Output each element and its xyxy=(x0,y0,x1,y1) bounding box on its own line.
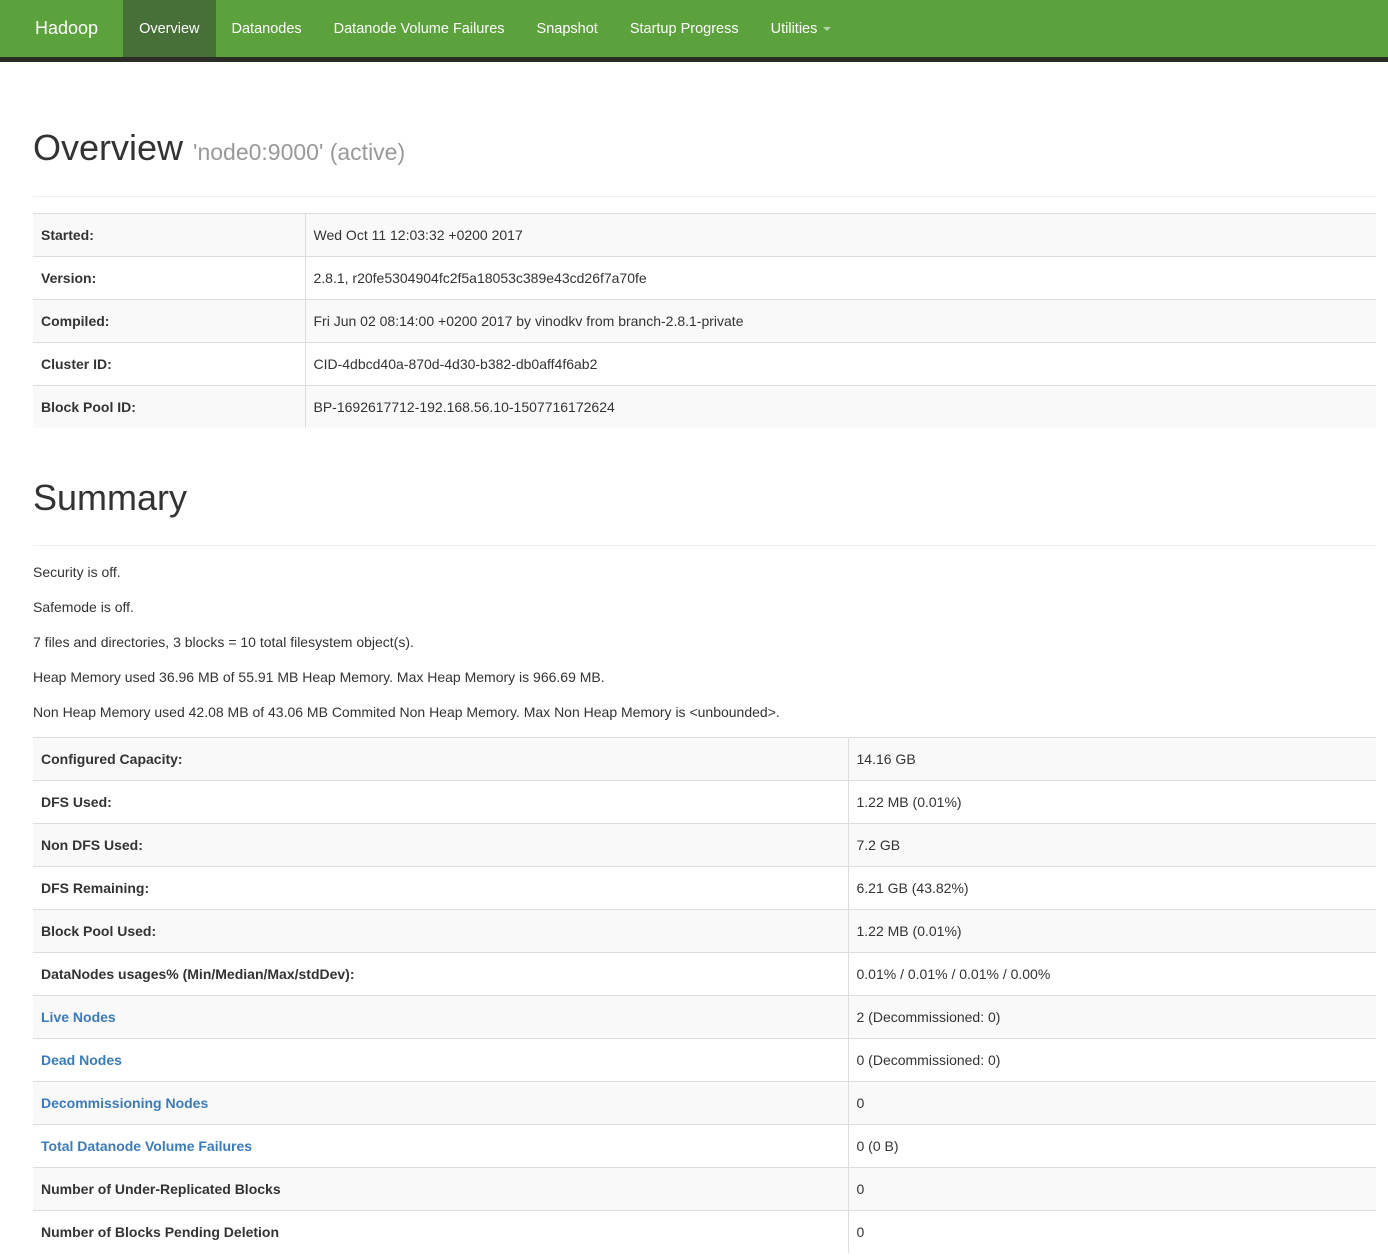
table-row: Cluster ID: CID-4dbcd40a-870d-4d30-b382-… xyxy=(33,342,1376,385)
table-row: Compiled: Fri Jun 02 08:14:00 +0200 2017… xyxy=(33,299,1376,342)
nav-link-utilities-label: Utilities xyxy=(771,21,818,37)
row-label: Number of Blocks Pending Deletion xyxy=(33,1211,848,1254)
row-label: Non DFS Used: xyxy=(33,824,848,867)
filesystem-objects-text: 7 files and directories, 3 blocks = 10 t… xyxy=(33,632,1376,652)
row-value: 6.21 GB (43.82%) xyxy=(848,867,1376,910)
heap-memory-text: Heap Memory used 36.96 MB of 55.91 MB He… xyxy=(33,667,1376,687)
row-label: Version: xyxy=(33,256,305,299)
top-navbar: Hadoop Overview Datanodes Datanode Volum… xyxy=(0,0,1388,62)
row-value: 2.8.1, r20fe5304904fc2f5a18053c389e43cd2… xyxy=(305,256,1376,299)
nav-link-datanode-volume-failures[interactable]: Datanode Volume Failures xyxy=(318,0,521,57)
table-row: Started: Wed Oct 11 12:03:32 +0200 2017 xyxy=(33,213,1376,256)
nav-link-overview[interactable]: Overview xyxy=(123,0,215,57)
main-nav: Overview Datanodes Datanode Volume Failu… xyxy=(123,0,847,57)
divider xyxy=(33,196,1376,197)
row-label: Compiled: xyxy=(33,299,305,342)
safemode-status-text: Safemode is off. xyxy=(33,597,1376,617)
row-value: Fri Jun 02 08:14:00 +0200 2017 by vinodk… xyxy=(305,299,1376,342)
dead-nodes-link[interactable]: Dead Nodes xyxy=(41,1052,122,1068)
brand-hadoop[interactable]: Hadoop xyxy=(20,0,113,57)
table-row: Number of Blocks Pending Deletion 0 xyxy=(33,1211,1376,1254)
row-label: DataNodes usages% (Min/Median/Max/stdDev… xyxy=(33,953,848,996)
row-value: CID-4dbcd40a-870d-4d30-b382-db0aff4f6ab2 xyxy=(305,342,1376,385)
non-heap-memory-text: Non Heap Memory used 42.08 MB of 43.06 M… xyxy=(33,702,1376,722)
table-row: Version: 2.8.1, r20fe5304904fc2f5a18053c… xyxy=(33,256,1376,299)
summary-table: Configured Capacity: 14.16 GB DFS Used: … xyxy=(33,737,1376,1253)
table-row: DFS Used: 1.22 MB (0.01%) xyxy=(33,781,1376,824)
row-value: 0 xyxy=(848,1211,1376,1254)
total-datanode-volume-failures-link[interactable]: Total Datanode Volume Failures xyxy=(41,1138,252,1154)
live-nodes-link[interactable]: Live Nodes xyxy=(41,1009,116,1025)
nav-item-overview: Overview xyxy=(123,0,215,57)
table-row: Total Datanode Volume Failures 0 (0 B) xyxy=(33,1125,1376,1168)
table-row: Non DFS Used: 7.2 GB xyxy=(33,824,1376,867)
overview-table: Started: Wed Oct 11 12:03:32 +0200 2017 … xyxy=(33,213,1376,428)
summary-title: Summary xyxy=(33,478,1376,518)
page-subtitle: 'node0:9000' (active) xyxy=(193,139,405,165)
row-value: 2 (Decommissioned: 0) xyxy=(848,996,1376,1039)
security-status-text: Security is off. xyxy=(33,562,1376,582)
nav-item-datanodes: Datanodes xyxy=(216,0,318,57)
row-label: DFS Remaining: xyxy=(33,867,848,910)
row-value: 0 xyxy=(848,1168,1376,1211)
row-label: Number of Under-Replicated Blocks xyxy=(33,1168,848,1211)
table-row: Block Pool ID: BP-1692617712-192.168.56.… xyxy=(33,385,1376,428)
row-value: 0 (Decommissioned: 0) xyxy=(848,1039,1376,1082)
caret-down-icon xyxy=(823,27,831,31)
nav-item-snapshot: Snapshot xyxy=(521,0,614,57)
table-row: Number of Under-Replicated Blocks 0 xyxy=(33,1168,1376,1211)
page-content: Overview 'node0:9000' (active) Started: … xyxy=(33,128,1376,1253)
table-row: DFS Remaining: 6.21 GB (43.82%) xyxy=(33,867,1376,910)
row-value: 14.16 GB xyxy=(848,738,1376,781)
page-title-text: Overview xyxy=(33,127,183,168)
table-row: Dead Nodes 0 (Decommissioned: 0) xyxy=(33,1039,1376,1082)
row-value: 7.2 GB xyxy=(848,824,1376,867)
table-row: Decommissioning Nodes 0 xyxy=(33,1082,1376,1125)
nav-link-utilities-dropdown[interactable]: Utilities xyxy=(755,0,848,57)
row-label: DFS Used: xyxy=(33,781,848,824)
row-value: 0.01% / 0.01% / 0.01% / 0.00% xyxy=(848,953,1376,996)
divider xyxy=(33,545,1376,546)
row-value: 1.22 MB (0.01%) xyxy=(848,910,1376,953)
nav-link-snapshot[interactable]: Snapshot xyxy=(521,0,614,57)
table-row: DataNodes usages% (Min/Median/Max/stdDev… xyxy=(33,953,1376,996)
table-row: Live Nodes 2 (Decommissioned: 0) xyxy=(33,996,1376,1039)
table-row: Block Pool Used: 1.22 MB (0.01%) xyxy=(33,910,1376,953)
nav-link-datanodes[interactable]: Datanodes xyxy=(216,0,318,57)
page-title: Overview 'node0:9000' (active) xyxy=(33,128,1376,168)
nav-item-startup-progress: Startup Progress xyxy=(614,0,755,57)
nav-item-datanode-volume-failures: Datanode Volume Failures xyxy=(318,0,521,57)
row-label: Block Pool Used: xyxy=(33,910,848,953)
row-value: Wed Oct 11 12:03:32 +0200 2017 xyxy=(305,213,1376,256)
table-row: Configured Capacity: 14.16 GB xyxy=(33,738,1376,781)
row-label: Started: xyxy=(33,213,305,256)
row-value: 1.22 MB (0.01%) xyxy=(848,781,1376,824)
row-value: 0 xyxy=(848,1082,1376,1125)
row-value: 0 (0 B) xyxy=(848,1125,1376,1168)
decommissioning-nodes-link[interactable]: Decommissioning Nodes xyxy=(41,1095,208,1111)
row-label: Cluster ID: xyxy=(33,342,305,385)
row-label: Block Pool ID: xyxy=(33,385,305,428)
nav-link-startup-progress[interactable]: Startup Progress xyxy=(614,0,755,57)
row-label: Configured Capacity: xyxy=(33,738,848,781)
nav-item-utilities: Utilities xyxy=(755,0,848,57)
row-value: BP-1692617712-192.168.56.10-150771617262… xyxy=(305,385,1376,428)
